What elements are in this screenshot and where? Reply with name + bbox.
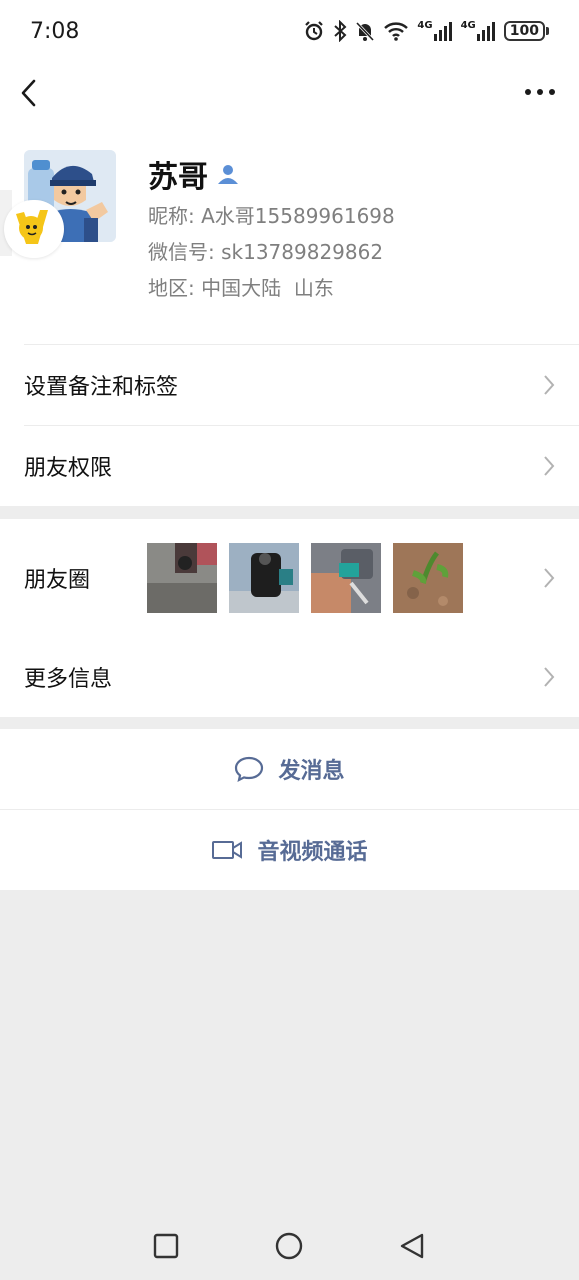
nickname-value: A水哥15589961698 bbox=[201, 204, 395, 228]
region-value: 中国大陆 山东 bbox=[201, 276, 334, 300]
system-navigation-bar bbox=[0, 1218, 579, 1280]
status-icons: 4G 4G 100 bbox=[303, 20, 549, 42]
moments-label: 朋友圈 bbox=[24, 568, 91, 593]
remark-tags-label: 设置备注和标签 bbox=[24, 374, 179, 400]
person-icon bbox=[218, 165, 238, 184]
battery-indicator: 100 bbox=[503, 21, 549, 41]
chevron-right-icon bbox=[544, 374, 555, 395]
wifi-icon bbox=[384, 22, 409, 41]
nickname-line: 昵称: A水哥15589961698 bbox=[148, 200, 395, 229]
signal-4g-1: 4G bbox=[417, 21, 452, 41]
video-call-label: 音视频通话 bbox=[257, 840, 368, 865]
remark-tags-cell[interactable]: 设置备注和标签 bbox=[0, 344, 579, 425]
home-icon[interactable] bbox=[275, 1232, 303, 1260]
battery-tip bbox=[546, 27, 549, 35]
settings-section: 设置备注和标签 朋友权限 bbox=[0, 344, 579, 506]
vip-badge-icon bbox=[4, 200, 64, 258]
video-camera-icon bbox=[212, 841, 243, 859]
nickname-label: 昵称: bbox=[148, 204, 202, 228]
moment-thumbnail bbox=[147, 543, 217, 613]
wechat-id-line: 微信号: sk13789829862 bbox=[148, 236, 383, 265]
moments-thumbnails bbox=[147, 543, 463, 613]
alarm-icon bbox=[305, 21, 324, 41]
more-info-label: 更多信息 bbox=[24, 667, 113, 692]
wechat-id-label: 微信号: bbox=[148, 240, 222, 264]
send-message-label: 发消息 bbox=[278, 759, 345, 784]
moment-thumbnail bbox=[311, 543, 381, 613]
chevron-right-icon bbox=[544, 455, 555, 476]
more-options-icon[interactable] bbox=[523, 82, 557, 102]
signal-4g-2: 4G bbox=[461, 21, 496, 41]
chevron-right-icon bbox=[544, 568, 555, 588]
name-row: 苏哥 bbox=[148, 152, 240, 196]
moment-thumbnail bbox=[229, 543, 299, 613]
back-arrow-icon[interactable] bbox=[14, 76, 46, 110]
moment-thumbnail bbox=[393, 543, 463, 613]
send-message-button[interactable]: 发消息 bbox=[0, 729, 579, 809]
bluetooth-icon bbox=[334, 20, 347, 42]
friend-permissions-label: 朋友权限 bbox=[24, 455, 113, 481]
top-nav-bar bbox=[0, 62, 579, 124]
moments-cell[interactable]: 朋友圈 bbox=[0, 519, 579, 637]
signal-bars-icon bbox=[476, 22, 495, 41]
contact-profile-page: 7:08 4G 4G 100 苏哥 昵称: A水哥15589961698 微信号… bbox=[0, 0, 579, 1280]
region-line: 地区: 中国大陆 山东 bbox=[148, 272, 334, 301]
mute-bell-icon bbox=[356, 21, 375, 42]
friend-permissions-cell[interactable]: 朋友权限 bbox=[0, 425, 579, 506]
contact-name: 苏哥 bbox=[148, 160, 208, 195]
region-label: 地区: bbox=[148, 276, 202, 300]
chevron-right-icon bbox=[544, 667, 555, 687]
back-triangle-icon[interactable] bbox=[398, 1232, 426, 1260]
battery-level: 100 bbox=[503, 21, 545, 41]
status-time: 7:08 bbox=[30, 18, 80, 44]
signal-bars-icon bbox=[433, 22, 452, 41]
more-info-cell[interactable]: 更多信息 bbox=[0, 637, 579, 717]
signal-label: 4G bbox=[417, 20, 433, 31]
wechat-id-value: sk13789829862 bbox=[221, 240, 384, 264]
video-call-button[interactable]: 音视频通话 bbox=[0, 810, 579, 890]
moments-section: 朋友圈 更多信息 bbox=[0, 519, 579, 717]
recent-apps-icon[interactable] bbox=[152, 1232, 180, 1260]
status-bar: 7:08 4G 4G 100 bbox=[0, 0, 579, 62]
chat-bubble-icon bbox=[235, 756, 264, 783]
signal-label: 4G bbox=[460, 20, 476, 31]
profile-header: 苏哥 昵称: A水哥15589961698 微信号: sk13789829862… bbox=[0, 124, 579, 344]
